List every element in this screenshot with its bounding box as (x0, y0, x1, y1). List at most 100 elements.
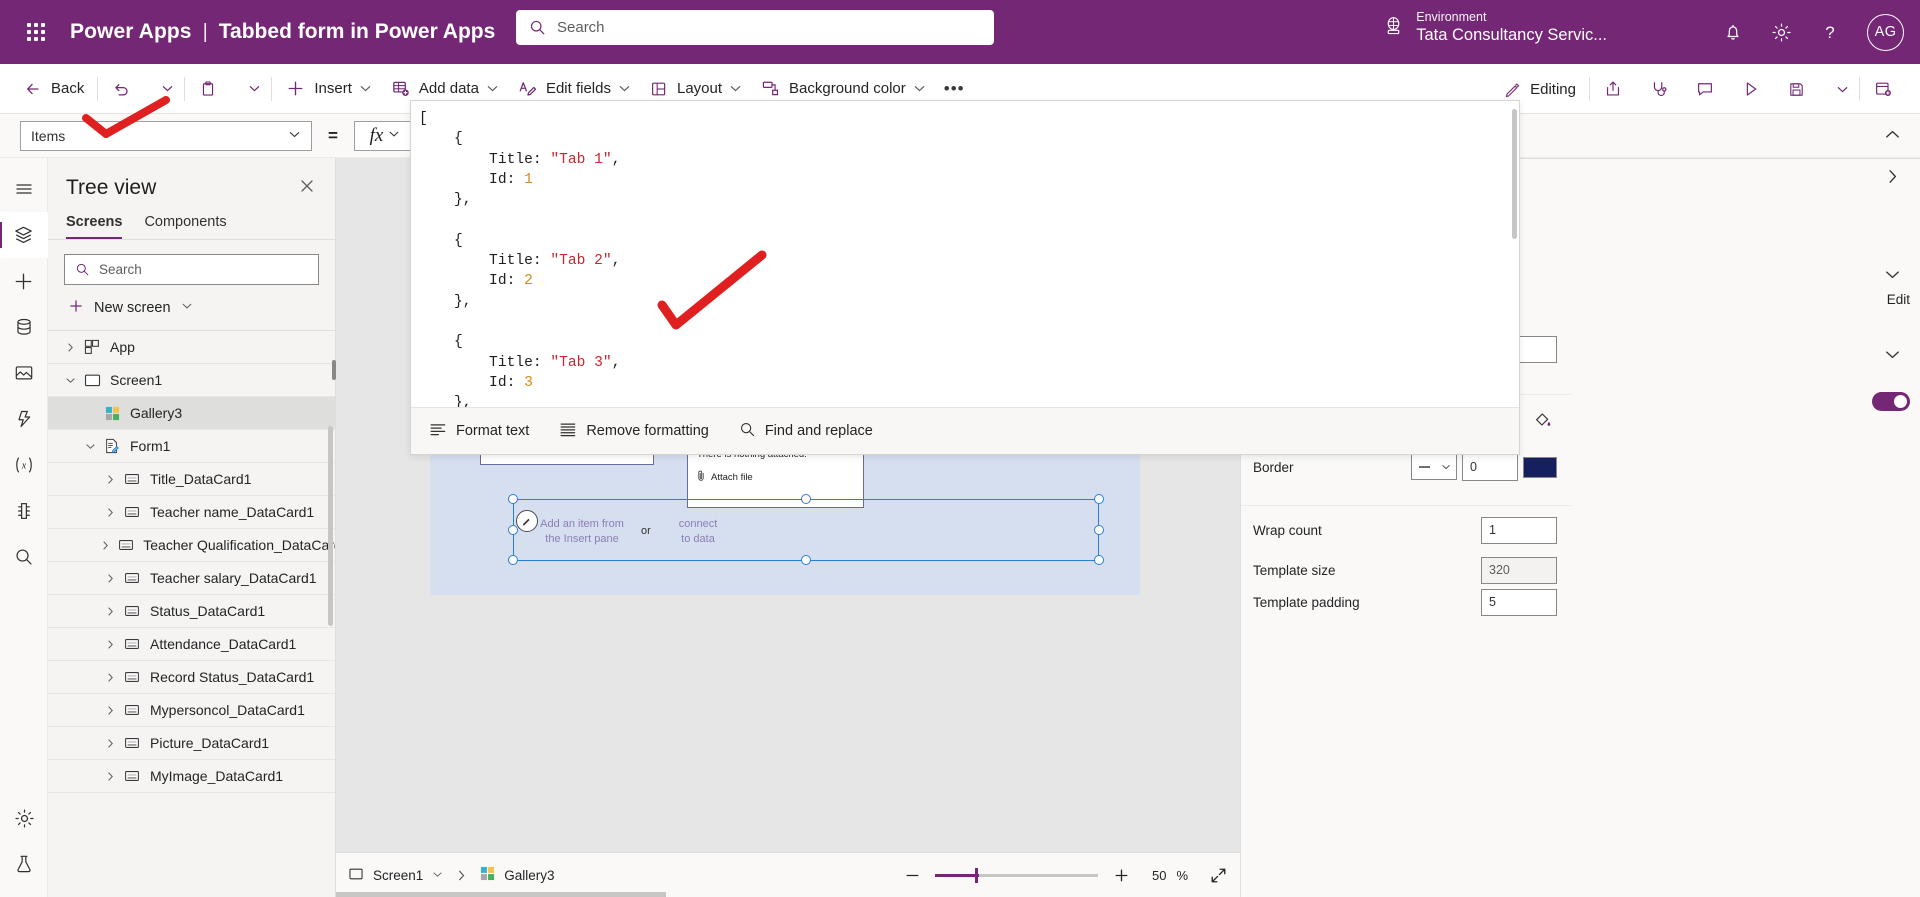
expand-right-button[interactable] (1876, 160, 1908, 192)
save-button[interactable] (1778, 64, 1823, 114)
collapse-formula-button[interactable] (1876, 118, 1908, 150)
page-title[interactable]: Tabbed form in Power Apps (219, 20, 496, 44)
template-padding-input[interactable]: 5 (1481, 588, 1557, 616)
section-chevron-down-2[interactable] (1876, 338, 1908, 370)
tree-node[interactable]: Gallery3 (48, 397, 335, 430)
sidebar-item-tree-view[interactable] (0, 212, 48, 258)
resize-handle-top-left[interactable] (508, 494, 518, 504)
paint-bucket-icon[interactable] (1527, 406, 1557, 432)
tree-node[interactable]: Teacher name_DataCard1 (48, 496, 335, 529)
app-checker-button[interactable] (1640, 64, 1686, 114)
tree-node[interactable]: Status_DataCard1 (48, 595, 335, 628)
chevron-right-icon[interactable] (100, 573, 120, 584)
canvas-horizontal-scrollbar[interactable] (336, 892, 1240, 897)
breadcrumb-screen[interactable]: Screen1 (336, 866, 455, 885)
tree-search-input[interactable]: Search (64, 254, 319, 285)
share-button[interactable] (1594, 64, 1640, 114)
publish-button[interactable] (1864, 64, 1910, 114)
chevron-right-icon[interactable] (96, 540, 115, 551)
resize-handle-top-center[interactable] (801, 494, 811, 504)
avatar[interactable]: AG (1867, 13, 1904, 51)
play-button[interactable] (1732, 64, 1778, 114)
chevron-right-icon[interactable] (100, 672, 120, 683)
brand-name[interactable]: Power Apps (70, 20, 192, 44)
chevron-right-icon[interactable] (100, 705, 120, 716)
tree-node[interactable]: Form1 (48, 430, 335, 463)
sidebar-item-media[interactable] (0, 350, 48, 396)
resize-handle-top-right[interactable] (1094, 494, 1104, 504)
save-dropdown[interactable] (1823, 64, 1855, 114)
question-icon[interactable]: ? (1819, 21, 1841, 43)
sidebar-item-data[interactable] (0, 304, 48, 350)
chevron-right-icon[interactable] (100, 474, 120, 485)
border-style-select[interactable] (1411, 454, 1457, 480)
zoom-slider-thumb[interactable] (975, 867, 979, 883)
paste-button[interactable] (189, 64, 235, 114)
chevron-down-icon[interactable] (60, 375, 80, 386)
chevron-right-icon[interactable] (100, 738, 120, 749)
property-toggle[interactable] (1872, 392, 1910, 411)
bell-icon[interactable] (1722, 21, 1744, 43)
chevron-right-icon[interactable] (100, 507, 120, 518)
tree-scrollbar[interactable] (328, 426, 333, 626)
chevron-right-icon[interactable] (100, 606, 120, 617)
zoom-in-button[interactable] (1108, 862, 1134, 888)
sidebar-item-power-automate[interactable] (0, 396, 48, 442)
resize-handle-left-middle[interactable] (508, 525, 518, 535)
environment-selector[interactable]: Environment Tata Consultancy Servic... (1383, 10, 1607, 45)
format-text-button[interactable]: Format text (429, 420, 529, 442)
hamburger-icon[interactable] (0, 166, 48, 212)
zoom-slider[interactable] (935, 867, 1099, 883)
resize-handle-bottom-left[interactable] (508, 555, 518, 565)
panel-resize-handle[interactable] (332, 360, 336, 380)
chevron-down-icon[interactable] (80, 441, 100, 452)
sidebar-item-variables[interactable]: x (0, 442, 48, 488)
chevron-right-icon[interactable] (100, 771, 120, 782)
section-chevron-down-1[interactable] (1876, 258, 1908, 290)
new-screen-button[interactable]: New screen (48, 285, 335, 331)
resize-handle-bottom-right[interactable] (1094, 555, 1104, 565)
tree-node[interactable]: Teacher salary_DataCard1 (48, 562, 335, 595)
gear-icon[interactable] (1770, 21, 1793, 44)
border-width-input[interactable]: 0 (1462, 453, 1518, 481)
formula-editor[interactable]: [ { Title: "Tab 1", Id: 1 }, { Title: "T… (410, 100, 1520, 455)
wrap-count-input[interactable]: 1 (1481, 516, 1557, 544)
edit-link[interactable]: Edit (1887, 292, 1910, 307)
resize-handle-right-middle[interactable] (1094, 525, 1104, 535)
sidebar-item-search[interactable] (0, 534, 48, 580)
tree-node[interactable]: Picture_DataCard1 (48, 727, 335, 760)
undo-dropdown[interactable] (148, 64, 180, 114)
tree-node[interactable]: Record Status_DataCard1 (48, 661, 335, 694)
paste-dropdown[interactable] (235, 64, 267, 114)
tree-node[interactable]: MyImage_DataCard1 (48, 760, 335, 793)
tree-node[interactable]: Mypersoncol_DataCard1 (48, 694, 335, 727)
sidebar-item-insert[interactable] (0, 258, 48, 304)
resize-handle-bottom-center[interactable] (801, 555, 811, 565)
undo-button[interactable] (102, 64, 148, 114)
fit-screen-icon[interactable] (1204, 861, 1232, 889)
tree-node[interactable]: Attendance_DataCard1 (48, 628, 335, 661)
tree-node[interactable]: Screen1 (48, 364, 335, 397)
tab-components[interactable]: Components (144, 211, 226, 239)
insert-button[interactable]: Insert (276, 64, 381, 114)
close-icon[interactable] (295, 174, 319, 201)
formula-scrollbar[interactable] (1512, 109, 1517, 239)
property-selector[interactable]: Items (20, 120, 312, 151)
template-size-input[interactable]: 320 (1481, 556, 1557, 584)
tree-node[interactable]: Teacher Qualification_DataCard1 (48, 529, 335, 562)
remove-formatting-button[interactable]: Remove formatting (559, 420, 709, 442)
attach-file-button[interactable]: Attach file (688, 460, 863, 494)
tab-screens[interactable]: Screens (66, 211, 123, 239)
sidebar-item-settings[interactable] (0, 795, 48, 841)
breadcrumb-control[interactable]: Gallery3 (468, 866, 566, 884)
tree-node[interactable]: App (48, 331, 335, 364)
zoom-out-button[interactable] (899, 862, 925, 888)
find-and-replace-button[interactable]: Find and replace (739, 421, 873, 442)
chevron-right-icon[interactable] (100, 639, 120, 650)
fx-button[interactable]: fx (353, 120, 416, 151)
border-color-swatch[interactable] (1523, 456, 1557, 478)
comment-button[interactable] (1686, 64, 1732, 114)
back-button[interactable]: Back (14, 64, 93, 114)
formula-code[interactable]: [ { Title: "Tab 1", Id: 1 }, { Title: "T… (411, 101, 1519, 408)
tree-node[interactable]: Title_DataCard1 (48, 463, 335, 496)
